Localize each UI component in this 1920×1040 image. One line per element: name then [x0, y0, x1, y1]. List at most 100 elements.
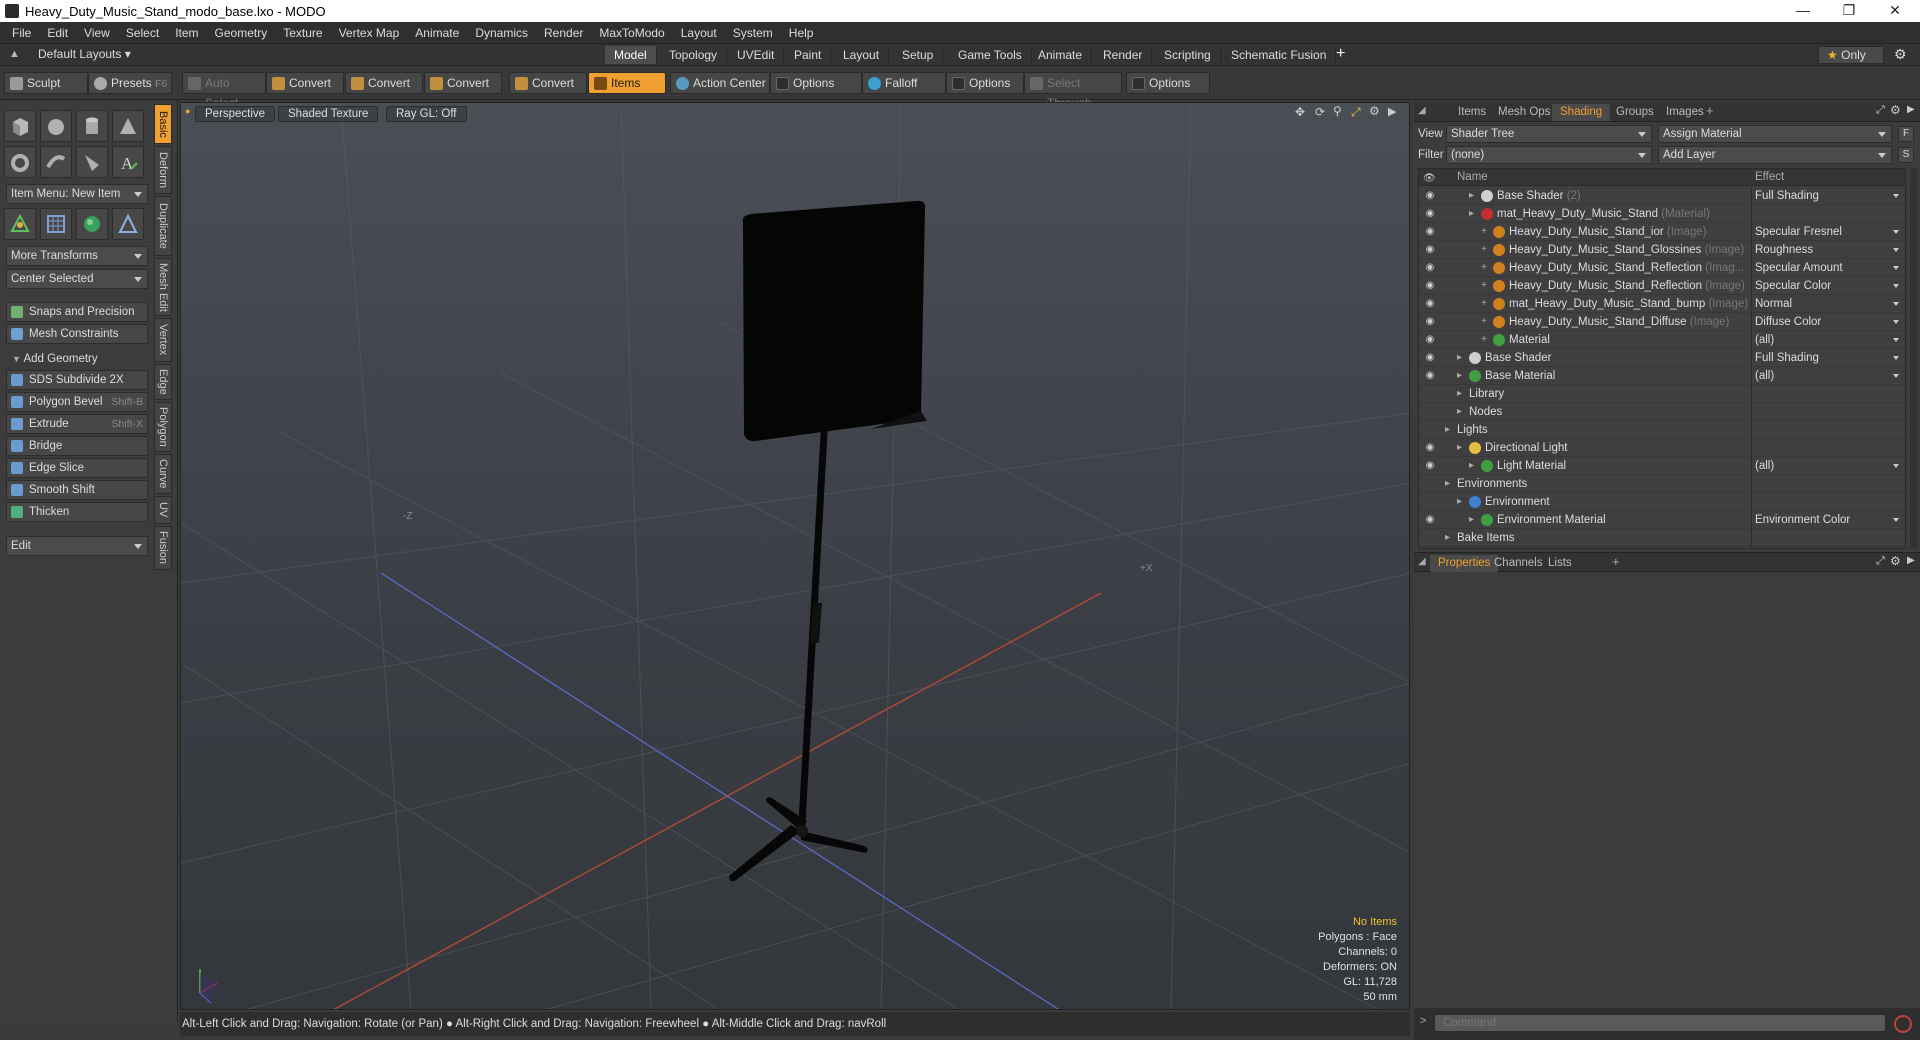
command-input[interactable]: [1434, 1014, 1886, 1032]
expand-toggle-icon[interactable]: ▸: [1445, 475, 1450, 493]
cylinder-icon[interactable]: [76, 110, 108, 142]
shader-tree-row[interactable]: ▸ Nodes: [1419, 403, 1905, 421]
3d-viewport[interactable]: -Z +X ● Perspective Shaded Texture Ray G…: [180, 102, 1410, 1010]
shader-tree-row[interactable]: ◉ ▸ Base Shader (2) Full Shading: [1419, 187, 1905, 205]
expand-toggle-icon[interactable]: ▸: [1457, 385, 1462, 403]
shader-tree-row[interactable]: ◉ + Heavy_Duty_Music_Stand_Glossines (Imag…: [1419, 241, 1905, 259]
options-button-3[interactable]: Options: [1126, 72, 1210, 94]
mesh-constraints-button[interactable]: Mesh Constraints: [6, 324, 148, 344]
action-center-button[interactable]: Action Center: [670, 72, 770, 94]
expand-arrow-icon[interactable]: ▶: [1388, 105, 1396, 118]
edge-slice-button[interactable]: Edge Slice: [6, 458, 148, 478]
panel-menu-icon[interactable]: ◢: [1418, 556, 1426, 567]
pen-icon[interactable]: [76, 146, 108, 178]
effect-dropdown[interactable]: Specular Amount: [1751, 259, 1903, 277]
expand-toggle-icon[interactable]: ▸: [1457, 367, 1462, 385]
panel-menu-icon[interactable]: ◢: [1418, 105, 1426, 116]
visibility-empty[interactable]: [1423, 532, 1437, 544]
perspective-button[interactable]: Perspective: [195, 106, 276, 122]
expand-toggle-icon[interactable]: ▸: [1457, 349, 1462, 367]
grid-icon[interactable]: [40, 208, 72, 240]
effect-dropdown[interactable]: Diffuse Color: [1751, 313, 1903, 331]
expand-toggle-icon[interactable]: ▸: [1457, 439, 1462, 457]
thicken-button[interactable]: Thicken: [6, 502, 148, 522]
filter-dropdown[interactable]: (none): [1446, 146, 1652, 164]
vtab-uv[interactable]: UV: [154, 496, 172, 524]
rotate-icon[interactable]: ⟳: [1315, 105, 1325, 119]
items-mode-button[interactable]: Items: [588, 72, 666, 94]
visibility-empty[interactable]: [1423, 478, 1437, 490]
item-menu-dropdown[interactable]: Item Menu: New Item: [6, 184, 148, 204]
visibility-eye-icon[interactable]: ◉: [1423, 334, 1437, 346]
visibility-empty[interactable]: [1423, 388, 1437, 400]
shader-tree-row[interactable]: ▸ Library: [1419, 385, 1905, 403]
minimize-icon[interactable]: —: [1780, 0, 1826, 22]
vtab-deform[interactable]: Deform: [154, 146, 172, 194]
convert-button-4[interactable]: Convert: [509, 72, 587, 94]
sphere-icon[interactable]: [40, 110, 72, 142]
convert-button-3[interactable]: Convert: [424, 72, 502, 94]
presets-button[interactable]: Presets F6: [88, 72, 172, 94]
center-selected-dropdown[interactable]: Center Selected: [6, 269, 148, 289]
shader-tree-row[interactable]: ▸ Lights: [1419, 421, 1905, 439]
visibility-eye-icon[interactable]: ◉: [1423, 316, 1437, 328]
pan-icon[interactable]: ✥: [1295, 105, 1305, 119]
effect-dropdown[interactable]: Full Shading: [1751, 349, 1903, 367]
visibility-eye-icon[interactable]: ◉: [1423, 460, 1437, 472]
assign-material-dropdown[interactable]: Assign Material: [1658, 125, 1892, 143]
tab-shading[interactable]: Shading: [1552, 104, 1611, 121]
panel-settings-icon[interactable]: ⚙: [1890, 103, 1901, 117]
vtab-polygon[interactable]: Polygon: [154, 402, 172, 452]
visibility-eye-icon[interactable]: ◉: [1423, 226, 1437, 238]
maximize-icon[interactable]: ⤢: [1876, 555, 1885, 568]
menu-item[interactable]: Item: [167, 26, 206, 40]
shader-tree-row[interactable]: ▸ Environments: [1419, 475, 1905, 493]
expand-toggle-icon[interactable]: +: [1481, 259, 1487, 277]
menu-edit[interactable]: Edit: [39, 26, 76, 40]
expand-toggle-icon[interactable]: ▸: [1469, 511, 1474, 529]
menu-texture[interactable]: Texture: [275, 26, 330, 40]
layout-collapse-icon[interactable]: ▲: [9, 48, 20, 60]
extrude-button[interactable]: Extrude Shift-X: [6, 414, 148, 434]
menu-animate[interactable]: Animate: [407, 26, 467, 40]
default-layouts-dropdown[interactable]: Default Layouts ▾: [38, 47, 131, 61]
vtab-mesh-edit[interactable]: Mesh Edit: [154, 258, 172, 316]
shader-tree-row[interactable]: ◉ + Heavy_Duty_Music_Stand_Diffuse (Image)…: [1419, 313, 1905, 331]
convert-button-2[interactable]: Convert: [345, 72, 423, 94]
tab-groups[interactable]: Groups: [1608, 104, 1662, 121]
visibility-eye-icon[interactable]: ◉: [1423, 370, 1437, 382]
expand-toggle-icon[interactable]: ▸: [1469, 457, 1474, 475]
visibility-eye-icon[interactable]: ◉: [1423, 442, 1437, 454]
shader-tree-row[interactable]: ◉ + Material (all): [1419, 331, 1905, 349]
sculpt-button[interactable]: Sculpt: [4, 72, 88, 94]
menu-view[interactable]: View: [76, 26, 118, 40]
effect-dropdown[interactable]: Specular Color: [1751, 277, 1903, 295]
shader-tree-row[interactable]: ◉ ▸ mat_Heavy_Duty_Music_Stand (Material): [1419, 205, 1905, 223]
effect-dropdown[interactable]: (all): [1751, 331, 1903, 349]
menu-help[interactable]: Help: [781, 26, 822, 40]
shaded-texture-button[interactable]: Shaded Texture: [278, 106, 379, 122]
shader-tree-row[interactable]: ◉ + Heavy_Duty_Music_Stand_ior (Image) Spec…: [1419, 223, 1905, 241]
effect-dropdown[interactable]: Environment Color: [1751, 511, 1903, 529]
fit-icon[interactable]: ⤢: [1351, 105, 1361, 120]
add-tab-icon[interactable]: +: [1336, 45, 1345, 63]
snaps-precision-button[interactable]: Snaps and Precision: [6, 302, 148, 322]
menu-file[interactable]: File: [4, 26, 39, 40]
panel-expand-icon[interactable]: ▶: [1907, 104, 1915, 115]
menu-layout[interactable]: Layout: [673, 26, 725, 40]
restore-icon[interactable]: ❐: [1826, 0, 1872, 22]
shader-tree-row[interactable]: ◉ ▸ Light Material (all): [1419, 457, 1905, 475]
tab-paint[interactable]: Paint: [785, 46, 832, 64]
sds-subdivide-button[interactable]: SDS Subdivide 2X: [6, 370, 148, 390]
col-effect-header[interactable]: Effect: [1755, 169, 1784, 185]
expand-toggle-icon[interactable]: +: [1481, 313, 1487, 331]
shader-tree-row[interactable]: ◉ ▸ Base Material (all): [1419, 367, 1905, 385]
vtab-duplicate[interactable]: Duplicate: [154, 196, 172, 256]
panel-expand-icon[interactable]: ▶: [1907, 555, 1915, 566]
auto-select-button[interactable]: Auto Select: [182, 72, 266, 110]
tab-layout[interactable]: Layout: [834, 46, 890, 64]
expand-toggle-icon[interactable]: +: [1481, 241, 1487, 259]
tab-animate[interactable]: Animate: [1029, 46, 1093, 64]
add-layer-dropdown[interactable]: Add Layer: [1658, 146, 1892, 164]
gear-icon[interactable]: ⚙: [1894, 46, 1907, 63]
